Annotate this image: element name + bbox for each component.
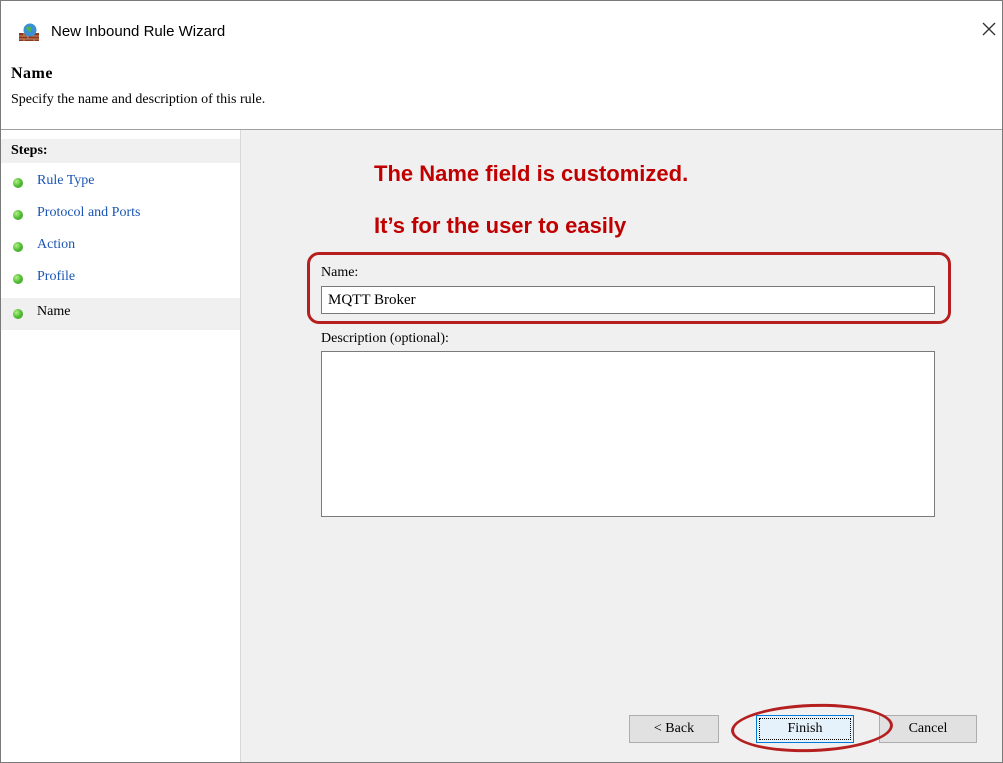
step-protocol-and-ports[interactable]: Protocol and Ports [1, 199, 240, 231]
annotation-line-1: The Name field is customized. [374, 161, 689, 186]
step-bullet-icon [13, 309, 23, 319]
annotation-line-2: It’s for the user to easily [374, 213, 627, 238]
steps-heading: Steps: [1, 139, 240, 163]
wizard-header [1, 41, 1002, 129]
step-label: Name [37, 304, 71, 319]
window-title: New Inbound Rule Wizard [51, 23, 226, 40]
name-highlight-box [307, 252, 951, 324]
step-label: Action [37, 237, 76, 252]
step-bullet-icon [13, 242, 23, 252]
firewall-wizard-icon [19, 23, 39, 42]
cancel-button[interactable]: Cancel [879, 715, 977, 743]
step-bullet-icon [13, 210, 23, 220]
step-label: Protocol and Ports [37, 205, 141, 220]
steps-heading-label: Steps: [11, 143, 48, 158]
back-button[interactable]: < Back [629, 715, 719, 743]
close-icon[interactable] [977, 17, 1001, 41]
page-title: Name [11, 65, 53, 82]
step-label: Rule Type [37, 173, 95, 188]
step-action[interactable]: Action [1, 231, 240, 263]
step-bullet-icon [13, 274, 23, 284]
cancel-button-label: Cancel [908, 721, 948, 736]
description-label: Description (optional): [321, 331, 449, 346]
step-name[interactable]: Name [1, 298, 240, 330]
step-label: Profile [37, 269, 76, 284]
description-textarea[interactable] [321, 351, 935, 517]
page-subtitle: Specify the name and description of this… [11, 92, 266, 107]
back-button-label: < Back [653, 721, 695, 736]
step-bullet-icon [13, 178, 23, 188]
step-rule-type[interactable]: Rule Type [1, 167, 240, 199]
step-profile[interactable]: Profile [1, 263, 240, 295]
wizard-window: New Inbound Rule Wizard Name Specify the… [0, 0, 1003, 763]
